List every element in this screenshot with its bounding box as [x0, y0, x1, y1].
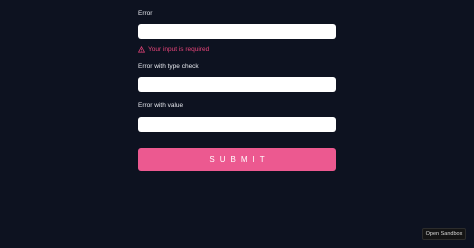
field-label-error: Error [138, 10, 153, 17]
error-message: Your input is required [138, 45, 209, 54]
with-value-input[interactable] [138, 117, 336, 132]
submit-button[interactable]: SUBMIT [138, 148, 336, 171]
error-message-text: Your input is required [148, 46, 210, 53]
field-label-type-check: Error with type check [138, 63, 199, 70]
error-input[interactable] [138, 24, 336, 39]
warning-triangle-icon [138, 46, 145, 53]
page: Error Your input is required Error with … [0, 0, 474, 248]
type-check-input[interactable] [138, 77, 336, 92]
field-label-with-value: Error with value [138, 102, 184, 109]
open-sandbox-button[interactable]: Open Sandbox [422, 228, 466, 240]
